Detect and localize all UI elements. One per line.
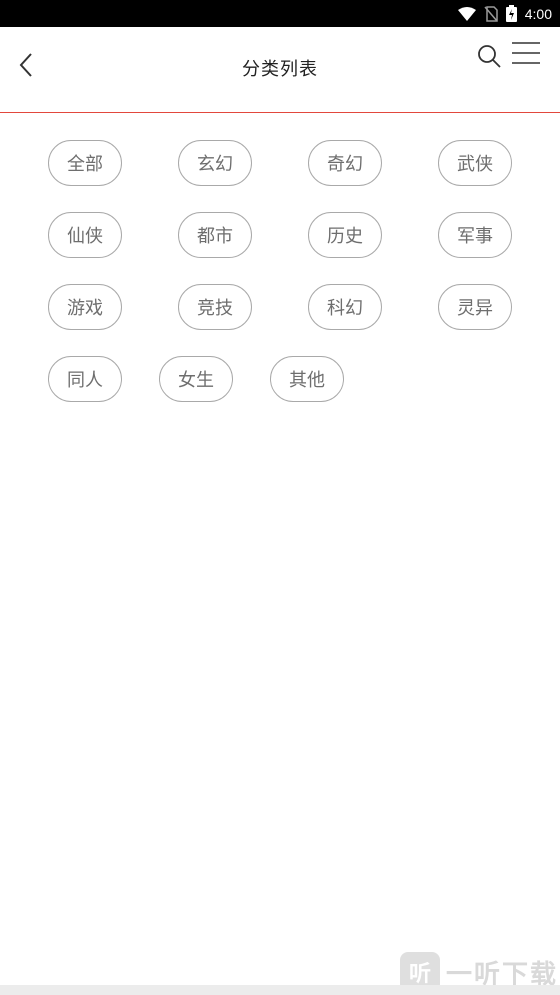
category-tag-qita[interactable]: 其他	[270, 356, 344, 402]
category-tag-lishi[interactable]: 历史	[308, 212, 382, 258]
category-tag-xuanhuan[interactable]: 玄幻	[178, 140, 252, 186]
category-tag-junshi[interactable]: 军事	[438, 212, 512, 258]
category-tag-nvsheng[interactable]: 女生	[159, 356, 233, 402]
wifi-icon	[457, 6, 476, 21]
app-header: 分类列表	[0, 27, 560, 113]
category-tag-tongren[interactable]: 同人	[48, 356, 122, 402]
category-tag-lingyi[interactable]: 灵异	[438, 284, 512, 330]
status-bar: 4:00	[0, 0, 560, 27]
category-tag-youxi[interactable]: 游戏	[48, 284, 122, 330]
category-tag-all[interactable]: 全部	[48, 140, 122, 186]
no-sim-icon	[484, 5, 498, 22]
search-button[interactable]	[474, 43, 504, 73]
battery-charging-icon	[505, 5, 517, 22]
category-tag-wuxia[interactable]: 武侠	[438, 140, 512, 186]
search-icon	[477, 44, 501, 72]
menu-button[interactable]	[510, 41, 542, 69]
category-tag-jingji[interactable]: 竞技	[178, 284, 252, 330]
category-tag-kehuan[interactable]: 科幻	[308, 284, 382, 330]
hamburger-menu-icon	[512, 41, 540, 69]
status-time: 4:00	[524, 5, 552, 22]
bottom-edge	[0, 985, 560, 995]
category-tag-dushi[interactable]: 都市	[178, 212, 252, 258]
category-tag-xianxia[interactable]: 仙侠	[48, 212, 122, 258]
category-tag-qihuan[interactable]: 奇幻	[308, 140, 382, 186]
